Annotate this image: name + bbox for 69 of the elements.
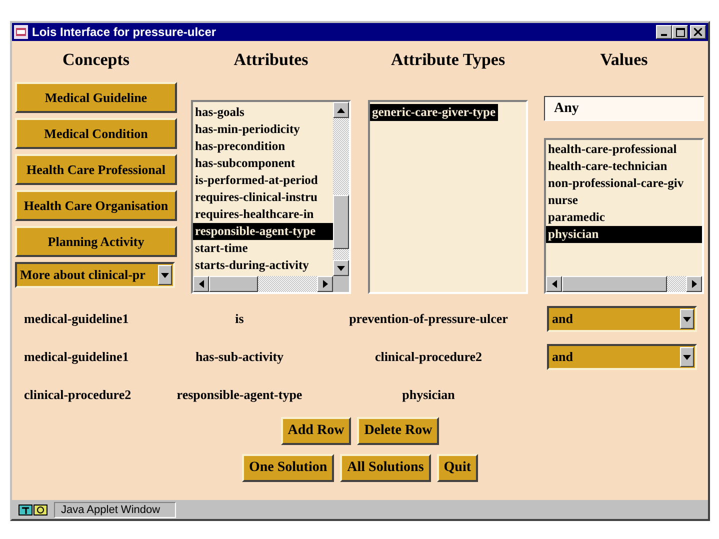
- applet-icon: [18, 504, 48, 516]
- column-heading: Values: [599, 50, 649, 70]
- list-item[interactable]: has-precondition: [193, 138, 333, 155]
- list-item[interactable]: has-goals: [193, 104, 333, 121]
- left-arrow-icon[interactable]: [552, 280, 556, 288]
- list-item[interactable]: requires-healthcare-in: [193, 206, 333, 223]
- close-button[interactable]: [690, 25, 706, 39]
- list-item[interactable]: requires-clinical-instru: [193, 189, 333, 206]
- connector-dropdown[interactable]: and: [547, 306, 697, 332]
- status-label: Java Applet Window: [54, 502, 176, 518]
- maximize-button[interactable]: [672, 25, 688, 39]
- list-item[interactable]: start-time: [193, 240, 333, 257]
- list-item[interactable]: paramedic: [546, 209, 702, 226]
- concept-dropdown[interactable]: More about clinical-pr: [15, 262, 175, 288]
- row-button[interactable]: Delete Row: [357, 417, 440, 445]
- attribute-text: is: [235, 311, 244, 327]
- list-item[interactable]: has-subcomponent: [193, 155, 333, 172]
- down-arrow-icon[interactable]: [337, 266, 345, 270]
- list-item[interactable]: non-professional-care-giv: [546, 175, 702, 192]
- attribute-type-list[interactable]: generic-care-giver-type: [368, 100, 528, 294]
- right-arrow-icon[interactable]: [692, 280, 696, 288]
- subject-text: clinical-procedure2: [23, 387, 132, 403]
- app-icon: [14, 25, 28, 39]
- attribute-list[interactable]: has-goals has-min-periodicity has-precondition has-subcomponent is-performed-at-period requires-clinical-instru requires-healthcare-in responsible-agent-type start-time starts-during-activity: [191, 100, 351, 294]
- close-icon: [694, 28, 702, 36]
- value-text: prevention-of-pressure-ulcer: [349, 311, 508, 327]
- connector-dropdown[interactable]: and: [547, 344, 697, 370]
- value-list[interactable]: health-care-professional health-care-technician non-professional-care-giv nurse paramedic physician: [544, 138, 704, 294]
- scrollbar-corner: [333, 276, 349, 292]
- list-item[interactable]: health-care-professional: [546, 141, 702, 158]
- caret-icon: [680, 347, 694, 367]
- up-arrow-icon[interactable]: [337, 108, 345, 112]
- column-heading: Attributes: [232, 50, 310, 70]
- subject-text: medical-guideline1: [23, 311, 129, 327]
- concept-button[interactable]: Medical Guideline: [15, 82, 177, 113]
- concept-button[interactable]: Medical Condition: [15, 118, 177, 149]
- window-title: Lois Interface for pressure-ulcer: [32, 25, 218, 39]
- list-item[interactable]: is-performed-at-period: [193, 172, 333, 189]
- subject-text: medical-guideline1: [23, 349, 129, 365]
- list-item[interactable]: health-care-technician: [546, 158, 702, 175]
- left-arrow-icon[interactable]: [198, 280, 204, 288]
- row-button[interactable]: Add Row: [280, 417, 352, 445]
- column-heading: Attribute Types: [390, 50, 506, 70]
- concept-button[interactable]: Health Care Organisation: [15, 190, 177, 221]
- horizontal-scrollbar[interactable]: [193, 276, 333, 292]
- action-button[interactable]: One Solution: [242, 454, 334, 482]
- list-item[interactable]: generic-care-giver-type: [370, 104, 498, 121]
- list-item[interactable]: responsible-agent-type: [193, 223, 333, 240]
- column-heading: Concepts: [61, 50, 131, 70]
- value-text: physician: [402, 387, 455, 403]
- list-item[interactable]: nurse: [546, 192, 702, 209]
- right-arrow-icon[interactable]: [322, 280, 328, 288]
- list-item[interactable]: physician: [546, 226, 702, 243]
- list-item[interactable]: has-min-periodicity: [193, 121, 333, 138]
- attribute-text: has-sub-activity: [195, 349, 284, 365]
- maximize-icon: [676, 28, 684, 36]
- attribute-text: responsible-agent-type: [176, 387, 302, 403]
- concept-button[interactable]: Health Care Professional: [15, 154, 177, 185]
- caret-icon: [680, 309, 694, 329]
- value-field[interactable]: Any: [544, 96, 704, 121]
- caret-icon: [158, 265, 172, 285]
- value-text: clinical-procedure2: [374, 349, 482, 365]
- list-item[interactable]: starts-during-activity: [193, 257, 333, 274]
- horizontal-scrollbar[interactable]: [546, 276, 702, 292]
- action-button[interactable]: Quit: [436, 454, 478, 482]
- action-button[interactable]: All Solutions: [340, 454, 431, 482]
- concept-button[interactable]: Planning Activity: [15, 226, 177, 257]
- minimize-button[interactable]: [656, 25, 672, 39]
- vertical-scrollbar[interactable]: [333, 102, 349, 276]
